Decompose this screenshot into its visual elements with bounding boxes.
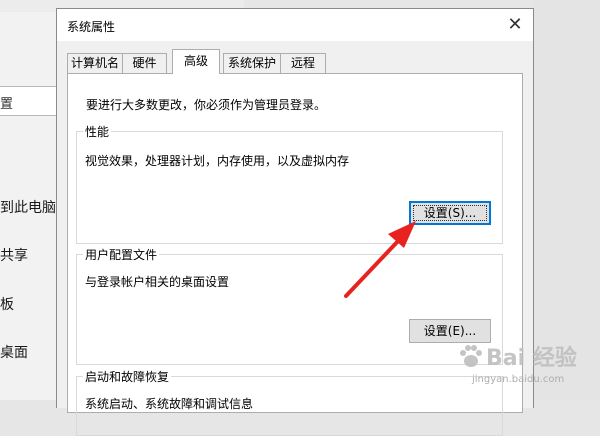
baidu-watermark: Bai 经验 jingyan.baidu.com — [452, 340, 592, 396]
watermark-brand: Bai 经验 — [486, 346, 577, 371]
performance-label: 性能 — [83, 123, 112, 140]
startup-recovery-group: 启动和故障恢复 系统启动、系统故障和调试信息 — [76, 368, 503, 436]
tab-hardware[interactable]: 硬件 — [122, 53, 167, 73]
background-nav-item[interactable]: 桌面 — [0, 342, 28, 362]
close-icon[interactable]: ✕ — [503, 13, 527, 37]
user-profiles-description: 与登录帐户相关的桌面设置 — [85, 275, 230, 289]
background-nav-item[interactable]: 共享 — [0, 245, 28, 265]
performance-description: 视觉效果，处理器计划，内存使用，以及虚拟内存 — [85, 154, 350, 168]
dialog-titlebar[interactable]: 系统属性 ✕ — [57, 9, 533, 41]
startup-recovery-description: 系统启动、系统故障和调试信息 — [85, 397, 254, 411]
startup-recovery-label: 启动和故障恢复 — [83, 368, 172, 385]
paw-logo-icon — [460, 345, 482, 367]
user-profiles-group: 用户配置文件 与登录帐户相关的桌面设置 设置(E)... — [76, 246, 503, 365]
watermark-url: jingyan.baidu.com — [472, 374, 565, 385]
tab-advanced[interactable]: 高级 — [172, 49, 220, 74]
tab-computer-name[interactable]: 计算机名 — [67, 53, 123, 73]
tab-system-protection[interactable]: 系统保护 — [223, 53, 281, 73]
background-nav-item[interactable]: 到此电脑 — [0, 197, 56, 217]
tab-remote[interactable]: 远程 — [280, 53, 326, 73]
background-nav-item[interactable]: 板 — [0, 294, 14, 314]
performance-settings-button[interactable]: 设置(S)... — [409, 201, 491, 225]
background-search-text: 置 — [0, 97, 14, 112]
performance-group: 性能 视觉效果，处理器计划，内存使用，以及虚拟内存 设置(S)... — [76, 123, 503, 244]
admin-notice: 要进行大多数更改，你必须作为管理员登录。 — [86, 98, 327, 112]
user-profiles-label: 用户配置文件 — [83, 246, 160, 263]
dialog-title: 系统属性 — [67, 20, 116, 34]
